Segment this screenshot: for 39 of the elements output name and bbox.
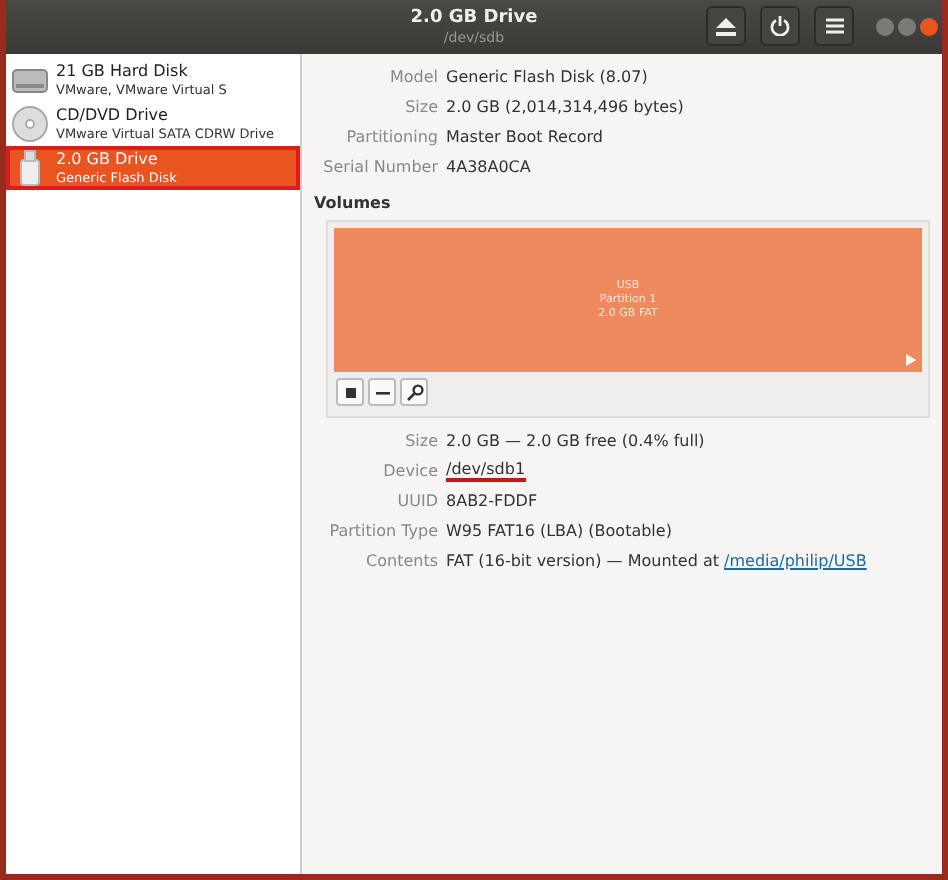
settings-button[interactable] <box>400 378 428 406</box>
window-title: 2.0 GB Drive <box>410 7 538 29</box>
property-label: Serial Number <box>321 158 440 176</box>
property-value: 2.0 GB — 2.0 GB free (0.4% full) <box>446 432 705 450</box>
mount-link[interactable]: /media/philip/USB <box>724 552 867 570</box>
property-value: Master Boot Record <box>446 128 603 146</box>
property-label: Partitioning <box>344 128 440 146</box>
play-icon <box>906 354 916 366</box>
property-label: UUID <box>395 492 440 510</box>
drive-name: CD/DVD Drive <box>56 106 170 126</box>
property-label: Partition Type <box>327 522 440 540</box>
disc-icon <box>12 106 48 142</box>
property-value: 4A38A0CA <box>446 158 531 176</box>
stop-button[interactable] <box>336 378 364 406</box>
property-value: Generic Flash Disk (8.07) <box>446 68 648 86</box>
property-value: FAT (16-bit version) — Mounted at /media/philip/USB <box>446 552 867 570</box>
section-heading: Volumes <box>314 194 393 212</box>
maximize-button[interactable] <box>898 17 916 35</box>
eject-icon <box>716 17 736 35</box>
drive-name: 21 GB Hard Disk <box>56 62 190 82</box>
power-button[interactable] <box>760 6 800 46</box>
menu-button[interactable] <box>814 6 854 46</box>
property-label: Device <box>381 462 440 480</box>
minimize-button[interactable] <box>876 17 894 35</box>
drive-name: 2.0 GB Drive <box>56 150 160 170</box>
property-label: Size <box>403 98 440 116</box>
stop-icon <box>341 383 359 401</box>
property-label: Contents <box>364 552 440 570</box>
property-value: 8AB2-FDDF <box>446 492 538 510</box>
menu-icon <box>825 18 843 34</box>
property-value: W95 FAT16 (LBA) (Bootable) <box>446 522 672 540</box>
eject-button[interactable] <box>706 6 746 46</box>
close-button[interactable] <box>920 17 938 35</box>
property-value: /dev/sdb1 <box>446 460 526 482</box>
property-value: 2.0 GB (2,014,314,496 bytes) <box>446 98 684 116</box>
property-label: Size <box>403 432 440 450</box>
power-icon <box>770 16 790 36</box>
remove-button[interactable] <box>368 378 396 406</box>
property-label: Model <box>387 68 440 86</box>
